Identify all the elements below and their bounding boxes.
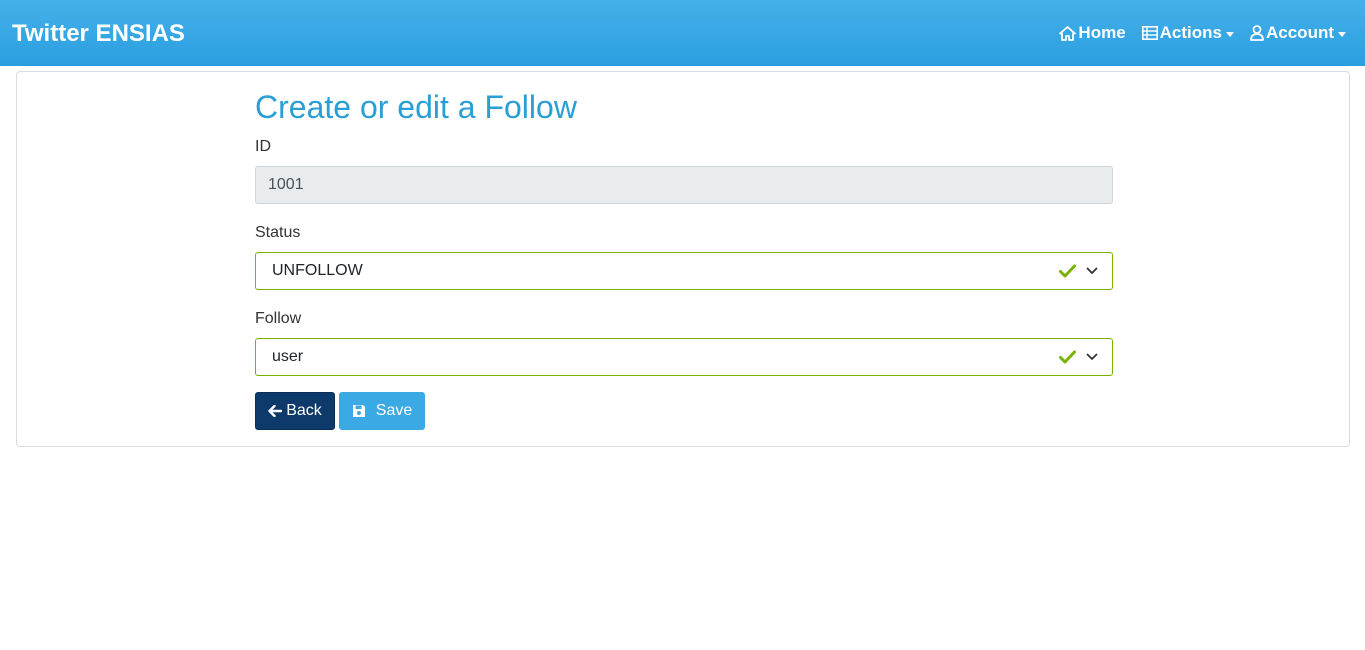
- follow-value: user: [272, 348, 304, 365]
- form-card: Create or edit a Follow ID 1001 Status U…: [16, 71, 1350, 447]
- chevron-down-icon: [1086, 267, 1098, 274]
- id-field[interactable]: 1001: [255, 166, 1113, 204]
- nav-account[interactable]: Account: [1242, 0, 1353, 66]
- user-icon: [1250, 25, 1264, 41]
- arrow-left-icon: [268, 405, 283, 417]
- status-select[interactable]: UNFOLLOW: [255, 252, 1113, 290]
- chevron-down-icon: [1086, 353, 1098, 360]
- brand-link[interactable]: Twitter ENSIAS: [12, 20, 185, 48]
- back-button[interactable]: Back: [255, 392, 335, 430]
- home-icon: [1059, 25, 1077, 41]
- status-label: Status: [255, 224, 301, 241]
- save-icon: [352, 405, 365, 417]
- check-icon: [1059, 264, 1076, 278]
- check-icon: [1059, 350, 1076, 364]
- nav-home[interactable]: Home: [1051, 0, 1133, 66]
- follow-label: Follow: [255, 310, 302, 327]
- list-icon: [1141, 26, 1158, 40]
- caret-down-icon: [1226, 31, 1234, 37]
- nav-home-label: Home: [1078, 23, 1126, 42]
- caret-down-icon: [1338, 31, 1346, 37]
- id-label: ID: [255, 138, 271, 155]
- nav-account-label: Account: [1266, 23, 1334, 42]
- page-title: Create or edit a Follow: [255, 89, 577, 125]
- back-button-label: Back: [286, 402, 322, 419]
- nav-actions[interactable]: Actions: [1134, 0, 1242, 66]
- navbar: Twitter ENSIAS Home Actions Account: [0, 0, 1365, 66]
- follow-select[interactable]: user: [255, 338, 1113, 376]
- status-value: UNFOLLOW: [272, 262, 363, 279]
- nav-menu: Home Actions Account: [1051, 0, 1353, 66]
- save-button-label: Save: [375, 402, 413, 419]
- save-button[interactable]: Save: [339, 392, 425, 430]
- nav-actions-label: Actions: [1159, 23, 1222, 42]
